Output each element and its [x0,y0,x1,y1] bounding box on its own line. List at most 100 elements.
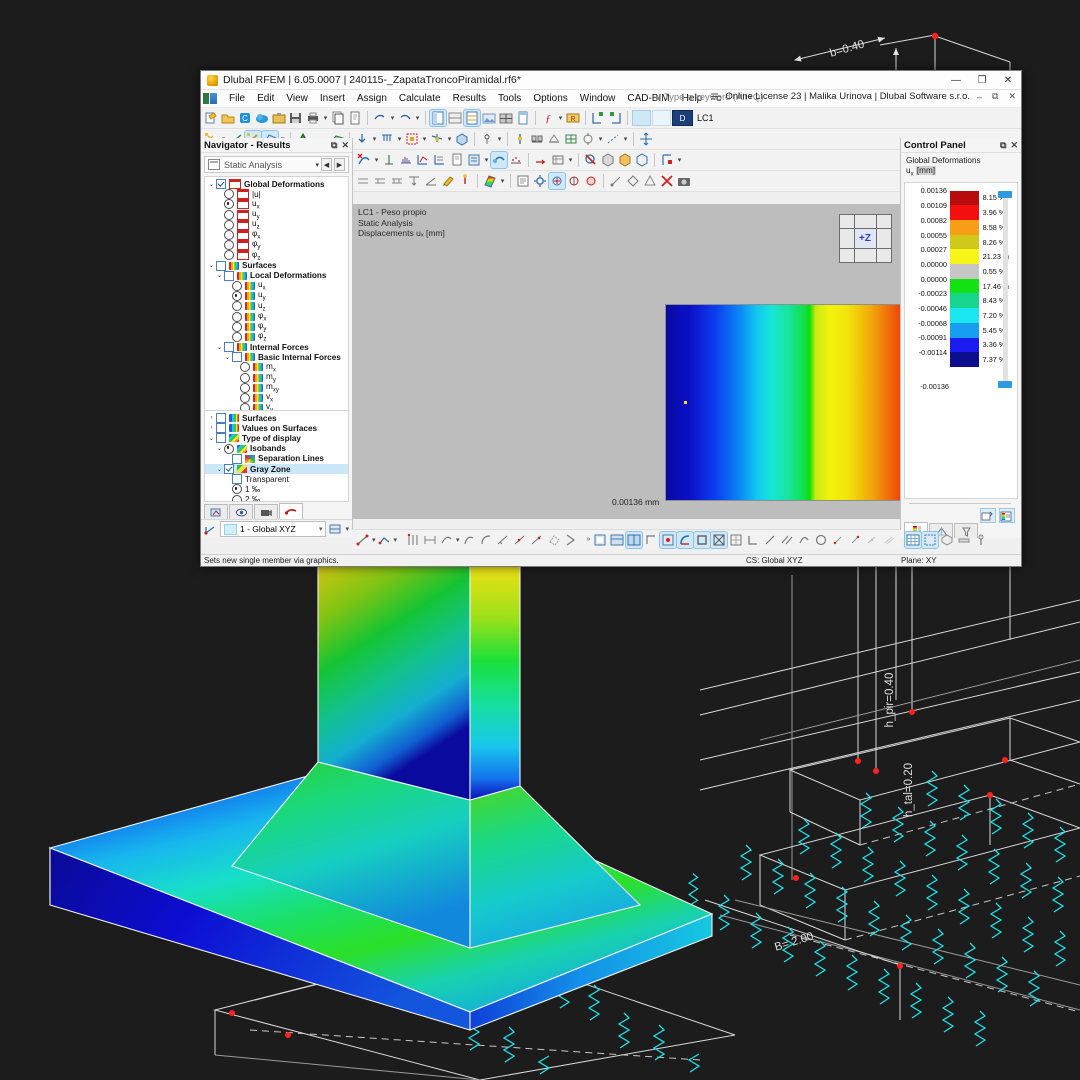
expander-icon[interactable]: ⌄ [215,445,224,452]
tree-item[interactable]: uz [205,301,348,312]
tree-radio[interactable] [240,382,250,393]
tree-radio[interactable] [232,321,242,332]
inner-minimize-button[interactable]: – [974,92,985,102]
menu-view[interactable]: View [280,92,314,105]
legend-color-swatch[interactable] [950,308,979,323]
view-single-icon[interactable] [429,109,447,127]
maximize-button[interactable]: ❐ [969,71,995,89]
bt-diag1-icon[interactable] [495,532,511,548]
tree-checkbox[interactable] [216,423,226,434]
tree-item[interactable]: uz [205,219,348,231]
tree-checkbox[interactable] [224,342,234,353]
tab-render[interactable] [254,504,278,519]
tree-item[interactable]: mxy [205,382,348,394]
menu-results[interactable]: Results [447,92,492,105]
legend-color-swatch[interactable] [950,278,979,294]
dim-angle-icon[interactable] [546,131,562,147]
nodal-load-dropdown-icon[interactable]: ▾ [371,131,378,147]
analysis-prev-button[interactable]: ◀ [321,158,332,171]
tree-checkbox[interactable] [216,433,226,444]
bt-arc2-icon[interactable] [461,532,477,548]
new-model-icon[interactable] [203,110,219,126]
expander-icon[interactable]: ⌄ [223,354,232,361]
results-tree[interactable]: ⌄ Global Deformations |u| ux uy uz φx φy φz ⌄ Surf… [204,176,349,411]
free-load-dropdown-icon[interactable]: ▾ [446,131,453,147]
bt-pt1-icon[interactable] [830,532,846,548]
tree-radio[interactable] [232,301,242,312]
view-image-icon[interactable] [481,110,497,126]
minimize-button[interactable]: — [943,71,969,89]
snap-icon[interactable] [580,131,596,147]
bt-snap4-icon[interactable] [710,530,729,549]
bt-snap1-icon[interactable] [659,530,678,549]
view-cube-widget[interactable]: +Z [839,214,892,263]
view-panel-icon[interactable] [515,110,531,126]
tree-radio[interactable] [224,219,234,230]
zoom-fit-icon[interactable] [659,152,675,168]
load-combination-icon[interactable] [533,152,549,168]
release-icon[interactable] [512,131,528,147]
annotation-icon[interactable] [440,173,456,189]
camera-icon[interactable] [676,173,692,189]
tree-item[interactable]: ⌄ Gray Zone [205,463,348,475]
line-load-icon[interactable] [379,131,395,147]
undo-icon[interactable] [372,110,388,126]
tree-item[interactable]: ux [205,199,348,210]
legend-color-swatch[interactable] [950,220,979,235]
legend-row[interactable]: -0.00114 7.37 % [905,348,1017,367]
tree-item[interactable]: φy [205,239,348,251]
tab-results[interactable] [279,503,303,519]
bt-overflow-icon[interactable]: » [587,532,591,548]
tree-item[interactable]: φx [205,311,348,322]
angle-icon[interactable] [423,173,439,189]
briefcase-icon[interactable] [271,110,287,126]
blue-doc-icon[interactable]: C [237,110,253,126]
dim-h3-icon[interactable] [389,173,405,189]
tree-item[interactable]: vx [205,392,348,404]
coord-system-combo[interactable]: 1 - Global XYZ ▾ [220,521,327,537]
expander-icon[interactable]: ⌄ [215,466,224,473]
tree-radio[interactable] [240,372,250,383]
mesh-gen2-icon[interactable] [566,173,582,189]
tree-item[interactable]: φz [205,250,348,261]
hinge-icon[interactable] [479,131,495,147]
navigator-close-icon[interactable]: ✕ [341,140,349,151]
tree-item[interactable]: mx [205,362,348,373]
tree-checkbox[interactable] [216,179,226,190]
bt-pt2-icon[interactable] [847,532,863,548]
tree-checkbox[interactable] [232,352,242,363]
legend-color-swatch[interactable] [950,337,979,353]
tree-radio[interactable] [224,199,234,210]
legend-color-swatch[interactable] [950,264,979,279]
legend-color-swatch[interactable] [950,249,979,265]
table-dropdown-icon[interactable]: ▾ [567,152,574,168]
tree-item[interactable]: vy [205,402,348,410]
view-split-icon[interactable] [447,110,463,126]
legend-color-swatch[interactable] [950,352,979,367]
tree-radio[interactable] [240,403,250,410]
tree-item[interactable]: › Values on Surfaces [205,423,348,434]
print-icon[interactable] [305,110,321,126]
legend-scroll-thumb-top[interactable] [998,190,1012,198]
control-panel-close-icon[interactable]: ✕ [1010,140,1018,151]
dim-v-icon[interactable] [406,173,422,189]
bt-bars-icon[interactable] [405,532,421,548]
align-right-icon[interactable] [607,110,623,126]
bt-grid-icon[interactable] [904,530,923,549]
legend-area[interactable]: 0.00136 8.15 % 0.00109 3.96 % 0.00082 8.58 % 0… [904,181,1018,499]
tree-radio[interactable] [232,291,242,302]
bt-view2-icon[interactable] [609,532,625,548]
expander-icon[interactable]: › [207,425,216,431]
print-dropdown-arrow-icon[interactable]: ▾ [322,110,329,126]
menu-window[interactable]: Window [574,92,622,105]
mesh-gen-icon[interactable] [548,172,566,190]
view-table-icon[interactable] [463,109,481,127]
bt-shape-icon[interactable] [546,532,562,548]
expander-icon[interactable]: ⌄ [207,435,216,442]
inner-close-button[interactable]: ✕ [1005,91,1019,102]
bt-curve-dropdown-icon[interactable]: ▾ [456,532,460,548]
tree-radio[interactable] [224,443,234,454]
bt-arc-icon[interactable] [422,532,438,548]
bt-circle-icon[interactable] [813,532,829,548]
legend-color-swatch[interactable] [950,322,979,338]
